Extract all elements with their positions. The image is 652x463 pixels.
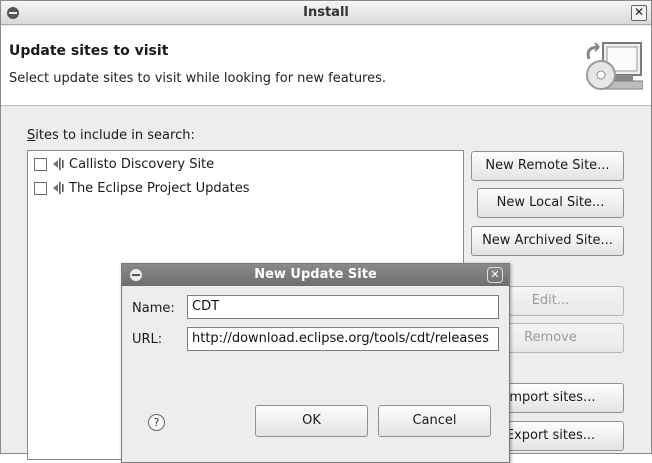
install-banner-icon bbox=[586, 42, 643, 90]
help-icon[interactable]: ? bbox=[148, 414, 165, 431]
wizard-header: Update sites to visit Select update site… bbox=[1, 26, 651, 106]
name-label: Name: bbox=[132, 301, 175, 316]
cancel-button[interactable]: Cancel bbox=[378, 405, 491, 437]
dialog-titlebar[interactable]: New Update Site ✕ bbox=[122, 264, 509, 286]
new-archived-site-button[interactable]: New Archived Site... bbox=[471, 226, 624, 256]
site-checkbox[interactable] bbox=[34, 181, 47, 195]
dialog-title: New Update Site bbox=[254, 267, 377, 282]
new-remote-site-button[interactable]: New Remote Site... bbox=[471, 151, 624, 181]
window-title: Install bbox=[303, 5, 349, 20]
header-subtitle: Select update sites to visit while looki… bbox=[9, 71, 387, 86]
update-site-icon bbox=[53, 182, 64, 194]
update-site-icon bbox=[53, 158, 64, 170]
site-label: Callisto Discovery Site bbox=[69, 156, 215, 172]
header-title: Update sites to visit bbox=[9, 43, 169, 59]
url-field[interactable]: http://download.eclipse.org/tools/cdt/re… bbox=[187, 327, 499, 351]
url-label: URL: bbox=[132, 332, 163, 347]
close-icon[interactable]: ✕ bbox=[487, 267, 503, 283]
new-update-site-dialog: New Update Site ✕ Name: CDT URL: http://… bbox=[121, 263, 510, 463]
list-item[interactable]: The Eclipse Project Updates bbox=[34, 179, 250, 197]
sites-label: Sites to include in search: bbox=[27, 128, 195, 143]
new-local-site-button[interactable]: New Local Site... bbox=[477, 188, 624, 218]
name-field[interactable]: CDT bbox=[187, 295, 499, 319]
list-item[interactable]: Callisto Discovery Site bbox=[34, 155, 214, 173]
site-label: The Eclipse Project Updates bbox=[69, 180, 250, 196]
site-checkbox[interactable] bbox=[34, 157, 47, 171]
window-titlebar[interactable]: Install ✕ bbox=[1, 1, 651, 25]
close-icon[interactable]: ✕ bbox=[631, 5, 647, 21]
ok-button[interactable]: OK bbox=[255, 405, 368, 437]
